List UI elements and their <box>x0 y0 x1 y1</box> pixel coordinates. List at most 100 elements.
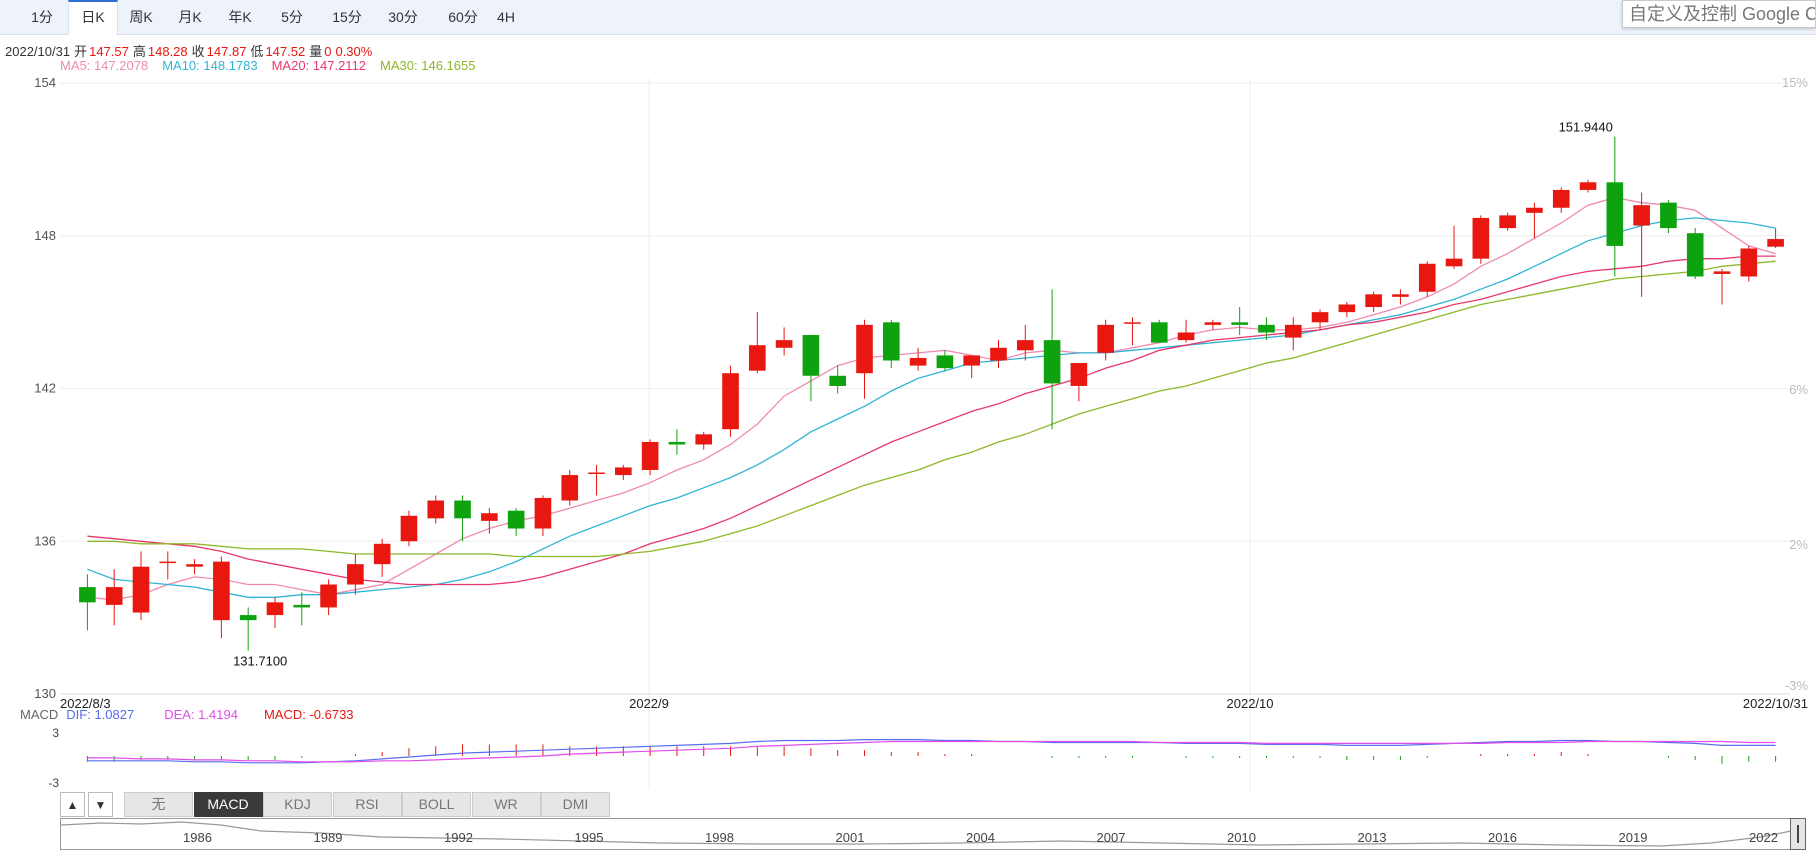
indicator-tab-0[interactable]: 无 <box>124 792 193 817</box>
y-tick-label: 136 <box>34 533 56 548</box>
candle-body <box>829 375 847 386</box>
candle-body <box>1150 322 1168 343</box>
indicator-tab-6[interactable]: DMI <box>541 792 610 817</box>
navigator-year-label: 2007 <box>1096 830 1126 845</box>
candle-body <box>802 335 820 376</box>
candle-body <box>373 543 391 565</box>
candle-body <box>668 441 686 445</box>
candle-body <box>588 472 605 475</box>
candle-body <box>963 355 981 366</box>
candle-body <box>1097 324 1114 353</box>
candle-body <box>615 467 632 476</box>
x-tick-label: 2022/10 <box>1227 696 1274 711</box>
candle-body <box>1633 205 1650 226</box>
candle-body <box>1552 189 1570 208</box>
candle-body <box>1365 294 1382 308</box>
candle-body <box>1311 312 1329 323</box>
y-tick-label: 148 <box>34 228 56 243</box>
candle-body <box>1660 202 1677 229</box>
indicator-tab-4[interactable]: BOLL <box>402 792 471 817</box>
candle-body <box>507 510 525 529</box>
candle-body <box>856 324 873 374</box>
candle-body <box>1258 324 1275 333</box>
candle-body <box>347 564 364 585</box>
indicator-tab-3[interactable]: RSI <box>332 792 402 817</box>
candle-body <box>454 500 471 519</box>
candle-body <box>481 513 498 521</box>
x-tick-label: 2022/8/3 <box>60 696 111 711</box>
candle-body <box>1579 182 1597 190</box>
ma10-line <box>87 217 1776 598</box>
dea-line <box>87 740 1776 763</box>
candle-body <box>1526 207 1543 213</box>
candle-body <box>1472 217 1490 259</box>
candle-body <box>1124 322 1141 324</box>
pct-tick-label: 6% <box>1789 382 1808 397</box>
candle-body <box>293 604 311 608</box>
candle-body <box>1070 363 1088 386</box>
pct-tick-label: 15% <box>1782 75 1808 90</box>
candle-body <box>641 441 659 470</box>
candle-body <box>909 357 927 366</box>
candle-body <box>1204 322 1222 325</box>
candle-body <box>1686 233 1704 277</box>
ma20-line <box>87 255 1776 586</box>
candle-body <box>695 434 713 445</box>
candle-body <box>1606 182 1624 246</box>
candle-body <box>882 322 900 361</box>
candle-body <box>1284 324 1302 338</box>
max-price-label: 151.9440 <box>1559 119 1613 134</box>
indicator-tab-5[interactable]: WR <box>471 792 541 817</box>
candle-body <box>159 561 177 564</box>
x-tick-label: 2022/9 <box>629 696 669 711</box>
candle-body <box>722 373 739 430</box>
candle-body <box>1767 239 1784 247</box>
indicator-tab-2[interactable]: KDJ <box>263 792 332 817</box>
navigator-year-label: 1998 <box>705 830 734 845</box>
navigator-year-label: 2016 <box>1488 830 1517 845</box>
candle-body <box>936 355 954 369</box>
kline-chart[interactable]: 154 148 142 136 130 15% 6% 2% -3% 2022/8/3 2022/9 2… <box>0 0 1816 867</box>
candle-body <box>775 340 793 348</box>
candle-body <box>239 615 257 621</box>
candle-body <box>186 564 203 567</box>
y-tick-label: 130 <box>34 686 56 701</box>
candle-body <box>1445 258 1463 267</box>
candle-body <box>534 497 552 529</box>
pct-tick-label: 2% <box>1789 537 1808 552</box>
min-price-label: 131.7100 <box>233 653 287 668</box>
navigator-year-label: 2010 <box>1227 830 1256 845</box>
candle-body <box>400 515 418 542</box>
navigator-handle[interactable] <box>1790 818 1806 850</box>
navigator-year-label: 2001 <box>835 830 865 845</box>
candle-body <box>266 602 284 616</box>
ma5-line <box>87 196 1776 601</box>
scroll-down-icon[interactable]: ▼ <box>88 792 113 817</box>
candle-body <box>1043 340 1061 384</box>
navigator-year-label: 1992 <box>444 830 473 845</box>
y-tick-label: 154 <box>34 75 56 90</box>
navigator-year-label: 1989 <box>313 830 343 845</box>
indicator-tab-1[interactable]: MACD <box>193 792 263 817</box>
candle-body <box>427 500 445 519</box>
y-tick-label: 142 <box>34 381 56 396</box>
candle-body <box>132 566 150 613</box>
navigator-year-label: 2004 <box>966 830 995 845</box>
navigator-year-label: 2019 <box>1618 830 1648 845</box>
candle-body <box>561 475 579 501</box>
scroll-up-icon[interactable]: ▲ <box>60 792 85 817</box>
navigator-year-label: 1986 <box>183 830 212 845</box>
navigator-year-label: 2022 <box>1749 830 1778 845</box>
x-tick-label: 2022/10/31 <box>1743 696 1808 711</box>
candle-body <box>1338 304 1356 313</box>
candle-body <box>105 587 123 605</box>
candle-body <box>1231 322 1248 325</box>
navigator-year-label: 2013 <box>1357 830 1387 845</box>
candle-body <box>1392 294 1409 297</box>
pct-tick-label: -3% <box>1785 678 1809 693</box>
candle-body <box>320 584 337 608</box>
macd-tick-label: 3 <box>52 726 59 740</box>
candle-body <box>1740 248 1758 277</box>
candle-body <box>1177 332 1195 341</box>
candle-body <box>1418 263 1436 292</box>
